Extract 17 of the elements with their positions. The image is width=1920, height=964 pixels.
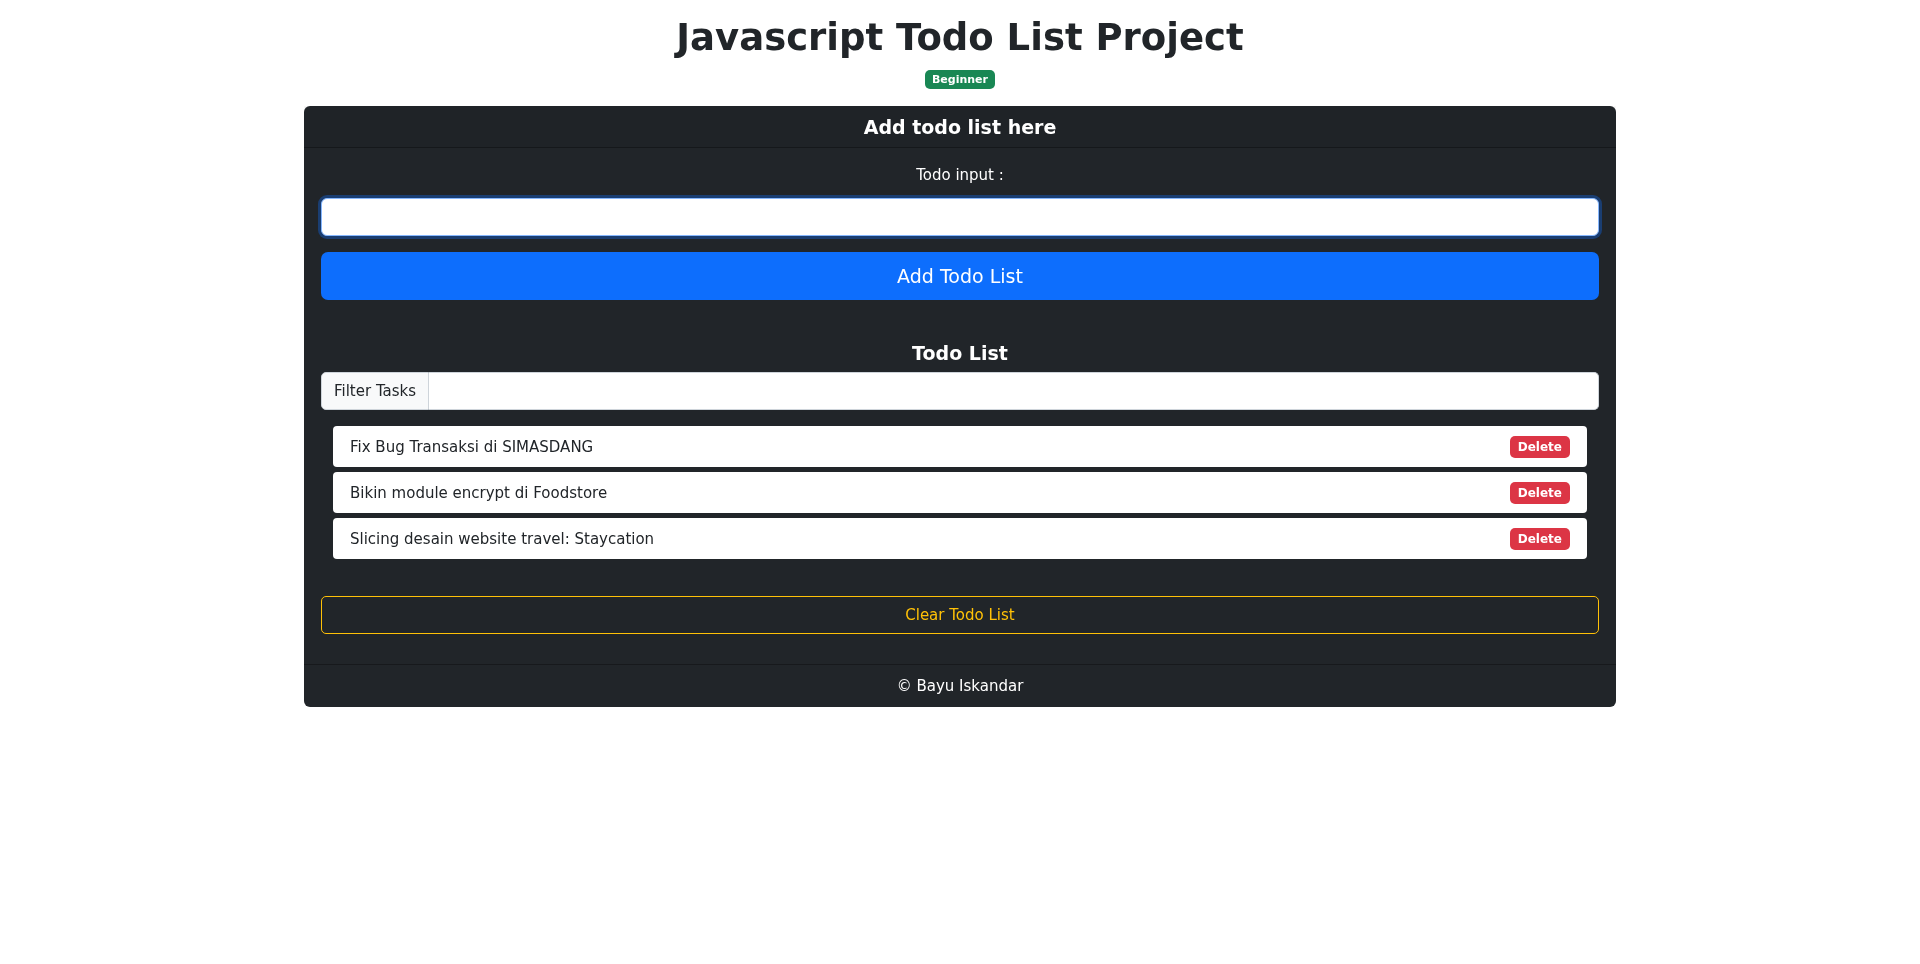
todo-text: Slicing desain website travel: Staycation	[350, 529, 655, 548]
clear-todo-button[interactable]: Clear Todo List	[321, 596, 1599, 635]
todo-input-field[interactable]	[321, 198, 1599, 237]
card-header-title: Add todo list here	[863, 115, 1057, 138]
add-todo-button[interactable]: Add Todo List	[321, 252, 1599, 301]
page-title: Javascript Todo List Project	[676, 16, 1244, 61]
delete-button[interactable]: Delete	[1509, 527, 1570, 550]
todo-input-label: Todo input :	[916, 166, 1004, 185]
filter-label: Filter Tasks	[321, 372, 430, 411]
filter-field[interactable]	[429, 372, 1599, 411]
todo-text: Fix Bug Transaksi di SIMASDANG	[350, 437, 594, 456]
todo-list-title: Todo List	[912, 342, 1008, 365]
delete-button[interactable]: Delete	[1509, 435, 1570, 458]
delete-button[interactable]: Delete	[1509, 481, 1570, 504]
todo-text: Bikin module encrypt di Foodstore	[350, 483, 608, 502]
level-badge: Beginner	[924, 70, 995, 90]
footer-text: © Bayu Iskandar	[896, 677, 1024, 696]
